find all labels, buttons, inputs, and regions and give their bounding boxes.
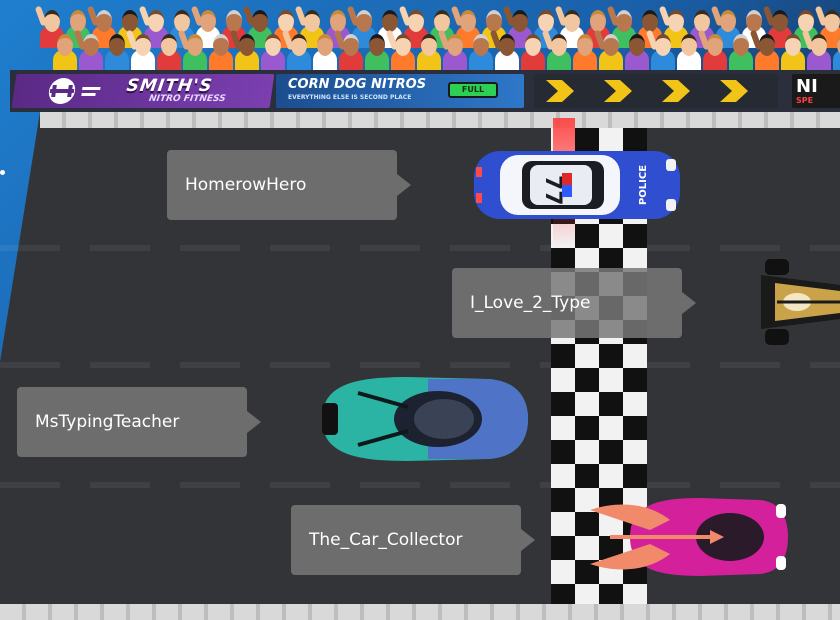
billboard-corndog: CORN DOG NITROS EVERYTHING ELSE IS SECON… [276, 74, 524, 108]
racer-tag-1: HomerowHero [167, 150, 411, 220]
fan-head [720, 10, 736, 32]
fan-head [135, 34, 151, 56]
fan-head [161, 34, 177, 56]
teal-supercar [322, 377, 528, 461]
fan-head [577, 34, 593, 56]
police-car: 77 POLICE [474, 151, 680, 219]
fan-head [343, 34, 359, 56]
racer-name: I_Love_2_Type [470, 293, 591, 313]
fan-head [109, 34, 125, 56]
fan-head [603, 34, 619, 56]
fan-head [226, 10, 242, 32]
fan-head [824, 10, 840, 32]
billboard-title: NI [796, 76, 818, 97]
lane-divider [0, 245, 840, 251]
race-scene: SMITH'S NITRO FITNESS CORN DOG NITROS EV… [0, 0, 840, 620]
fan-head [408, 10, 424, 32]
fan-head [174, 10, 190, 32]
chevron-right-icon [546, 80, 748, 102]
fan-head [707, 34, 723, 56]
fan-head [733, 34, 749, 56]
car-number: 77 [540, 175, 565, 206]
fan-head [512, 10, 528, 32]
formula-car [761, 259, 840, 345]
track-curb-top [40, 112, 840, 128]
pink-winged-car [590, 498, 788, 576]
fan-head [525, 34, 541, 56]
fan-head [668, 10, 684, 32]
fan-head [681, 34, 697, 56]
fan-head [317, 34, 333, 56]
lane-divider [0, 362, 840, 368]
fan-head [304, 10, 320, 32]
fan-head [96, 10, 112, 32]
fan-head [83, 34, 99, 56]
fan-head [642, 10, 658, 32]
billboard-subtitle: NITRO FITNESS [148, 94, 227, 104]
billboard-nitro: NI SPE [792, 74, 840, 108]
billboard-subtitle: EVERYTHING ELSE IS SECOND PLACE [288, 94, 412, 101]
fan-head [291, 34, 307, 56]
fan-head [655, 34, 671, 56]
fan-head [395, 34, 411, 56]
fan-head [785, 34, 801, 56]
fan-head [200, 10, 216, 32]
fan-head [278, 10, 294, 32]
car-text: POLICE [638, 165, 649, 205]
fan-head [252, 10, 268, 32]
fan-head [213, 34, 229, 56]
racer-name: The_Car_Collector [309, 530, 463, 550]
fan-head [538, 10, 554, 32]
fan-head [460, 10, 476, 32]
fan-head [265, 34, 281, 56]
racer-name: HomerowHero [185, 175, 307, 195]
fan-head [421, 34, 437, 56]
racer-tag-2: I_Love_2_Type [452, 268, 696, 338]
fan-head [499, 34, 515, 56]
fan-head [187, 34, 203, 56]
fan-head [694, 10, 710, 32]
fan-head [44, 10, 60, 32]
fan-head [551, 34, 567, 56]
fan-head [57, 34, 73, 56]
fan-head [356, 10, 372, 32]
crowd [34, 0, 840, 80]
fan-head [369, 34, 385, 56]
fan-head [564, 10, 580, 32]
lane-divider [0, 482, 840, 488]
fan-head [473, 34, 489, 56]
fan-head [330, 10, 346, 32]
dumbbell-icon [48, 78, 101, 104]
racer-tag-4: The_Car_Collector [291, 505, 535, 575]
fan-head [629, 34, 645, 56]
progress-marker [0, 170, 5, 175]
fan-head [447, 34, 463, 56]
fan-head [798, 10, 814, 32]
billboard-title: SMITH'S [125, 76, 214, 96]
fan-head [382, 10, 398, 32]
track-curb-bottom [0, 604, 840, 620]
fan-head [486, 10, 502, 32]
billboard-smiths: SMITH'S NITRO FITNESS [11, 74, 275, 108]
billboard-badge: FULL [448, 82, 498, 98]
billboard-title: CORN DOG NITROS [288, 77, 427, 92]
fan-head [239, 34, 255, 56]
fan-head [122, 10, 138, 32]
fan-head [772, 10, 788, 32]
racer-tag-3: MsTypingTeacher [17, 387, 261, 457]
fan-head [70, 10, 86, 32]
racer-name: MsTypingTeacher [35, 412, 180, 432]
fan-head [746, 10, 762, 32]
fan-head [811, 34, 827, 56]
fan-head [148, 10, 164, 32]
billboard-subtitle: SPE [796, 96, 814, 105]
fan-head [434, 10, 450, 32]
fan-head [616, 10, 632, 32]
billboard-arrows [534, 74, 778, 108]
fan-head [590, 10, 606, 32]
fan-head [759, 34, 775, 56]
